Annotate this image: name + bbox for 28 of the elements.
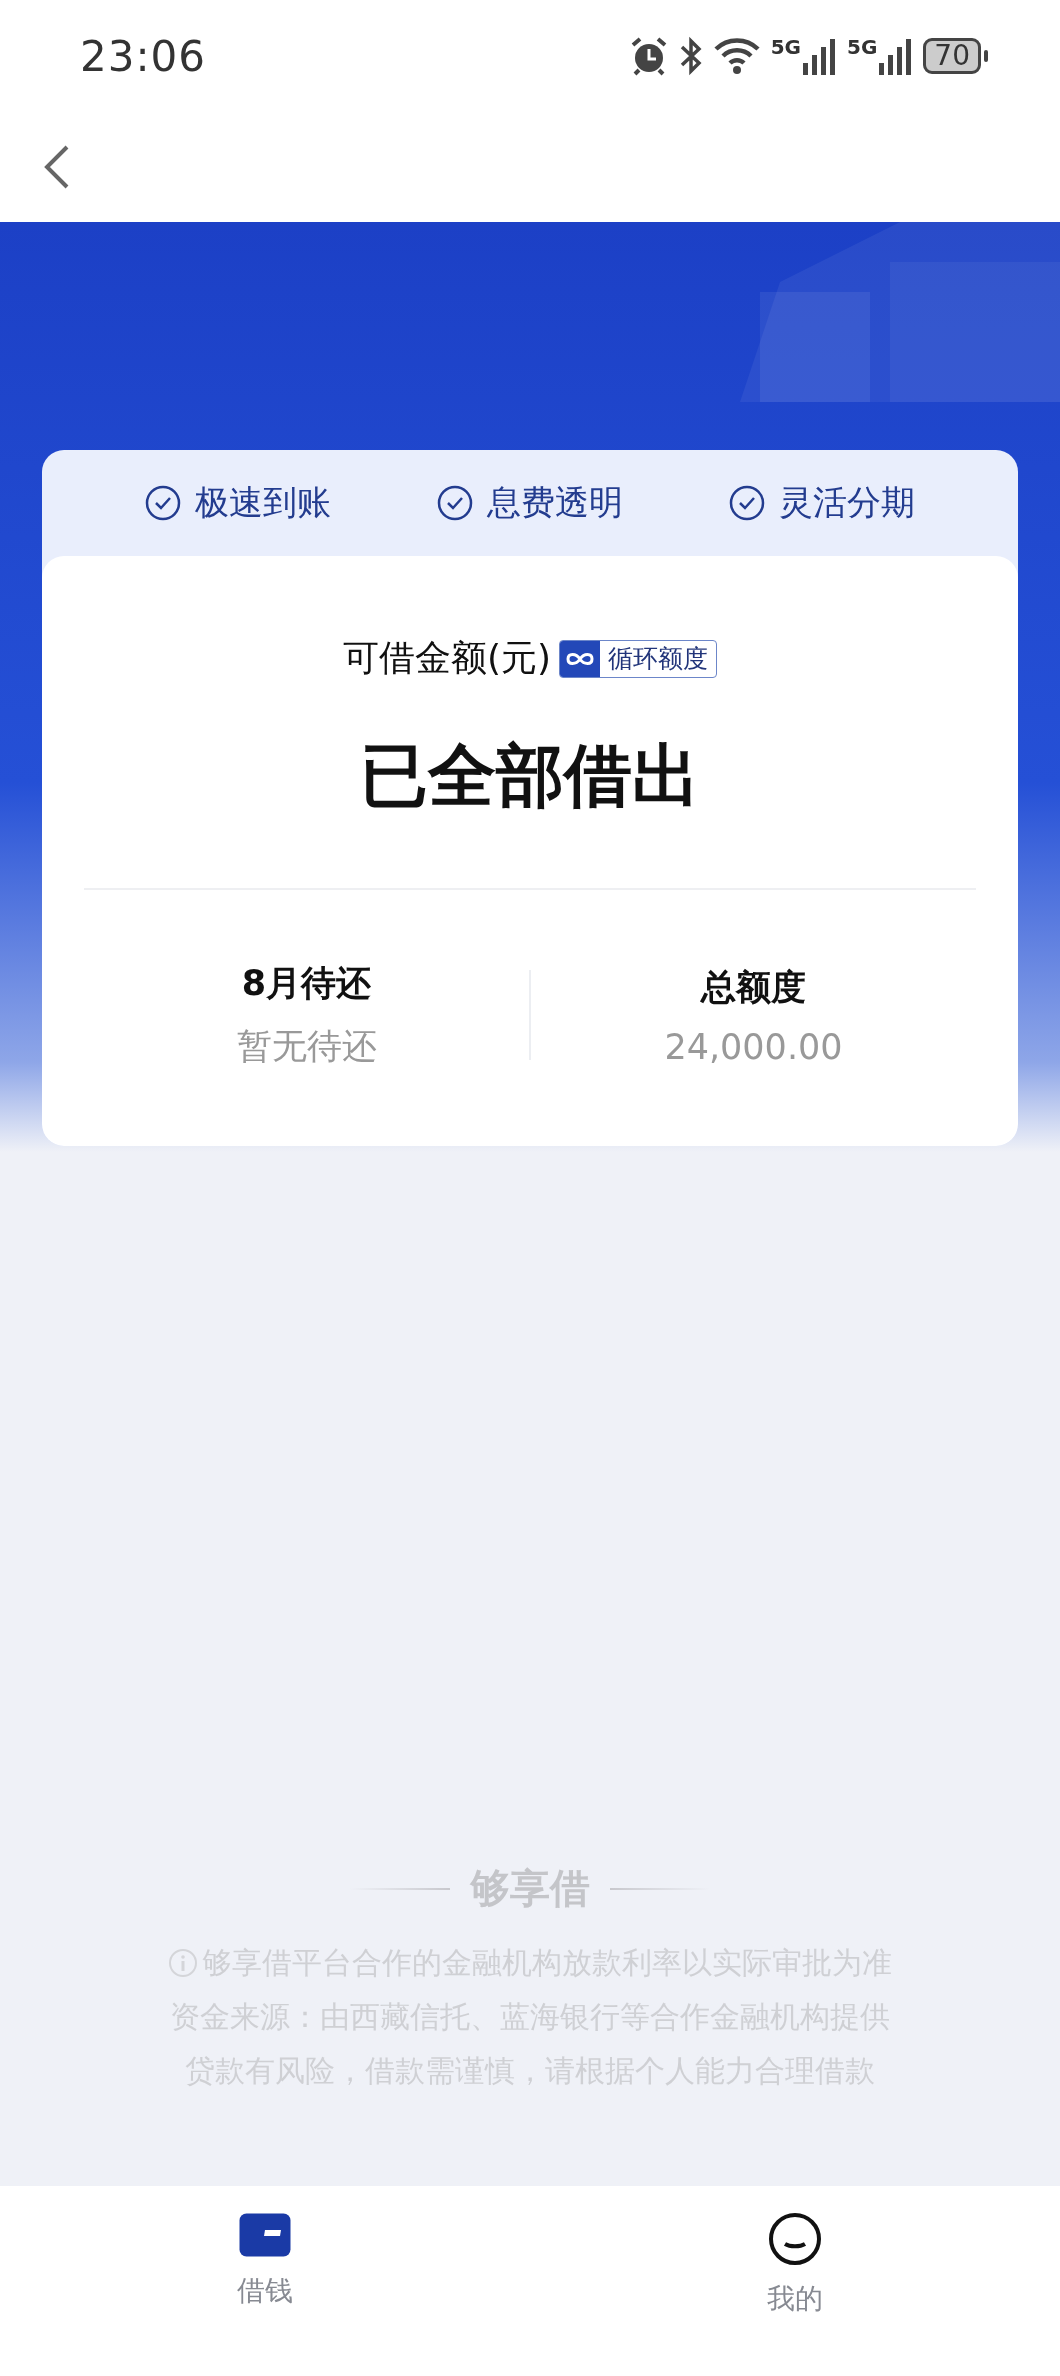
stat-value: 24,000.00: [664, 1026, 843, 1067]
bluetooth-icon: [678, 36, 703, 76]
check-circle-icon: [437, 485, 473, 521]
card-icon: [238, 2212, 292, 2258]
tab-item[interactable]: 我的: [725, 2208, 865, 2322]
feature-label: 极速到账: [195, 481, 331, 524]
network-label: 5G: [770, 37, 801, 57]
quota-badge: 循环额度: [559, 639, 718, 678]
feature-label: 灵活分期: [779, 481, 915, 524]
stat-label: 8月待还: [241, 962, 372, 1005]
wifi-icon: [712, 37, 761, 75]
check-circle-icon: [145, 485, 181, 521]
signal-icon: [879, 37, 914, 75]
check-circle-icon: [729, 485, 765, 521]
network-label: 5G: [847, 37, 878, 57]
battery-level: 70: [923, 38, 981, 74]
stat-label: 总额度: [701, 965, 806, 1009]
infinity-icon: [565, 650, 596, 667]
signal-icon: [803, 37, 837, 75]
amount-label: 可借金额(元): [342, 636, 552, 680]
back-icon[interactable]: [44, 145, 70, 189]
tab-item[interactable]: 借钱: [195, 2208, 335, 2314]
stat-value: 暂无待还: [236, 1025, 377, 1068]
face-icon: [768, 2212, 822, 2266]
clock-time: 23:06: [80, 31, 207, 81]
amount-status: 已全部借出: [359, 735, 701, 817]
feature-label: 息费透明: [487, 481, 623, 524]
info-icon: [168, 1948, 198, 1978]
